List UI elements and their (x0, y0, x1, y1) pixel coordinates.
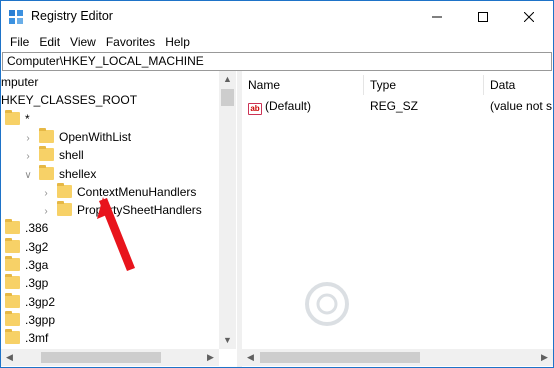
value-row[interactable]: ab (Default) REG_SZ (value not s (242, 97, 553, 116)
tree-item[interactable]: * (5, 109, 30, 129)
tree-item[interactable]: .386 (5, 219, 48, 238)
tree-item[interactable]: .3mf (5, 329, 48, 348)
tree-item[interactable]: › OpenWithList (23, 127, 132, 148)
tree-item[interactable]: mputer (1, 73, 38, 92)
window-title: Registry Editor (31, 9, 113, 23)
column-header-type[interactable]: Type (364, 75, 484, 95)
maximize-button[interactable] (460, 1, 506, 32)
tree-item-label: .3gp (25, 276, 49, 291)
value-name-cell: ab (Default) (248, 97, 311, 116)
tree-item-label: mputer (1, 75, 39, 89)
list-horizontal-scrollbar[interactable]: ◀ ▶ (242, 349, 553, 366)
menu-file[interactable]: File (5, 32, 34, 52)
scroll-up-icon[interactable]: ▲ (219, 71, 236, 88)
tree-item-label: shellex (59, 166, 97, 181)
chevron-right-icon[interactable]: › (23, 129, 33, 148)
menu-help[interactable]: Help (160, 32, 195, 52)
folder-icon (39, 164, 54, 180)
tree-item[interactable]: .3g2 (5, 237, 49, 257)
tree-vertical-scrollbar[interactable]: ▲ ▼ (219, 71, 236, 349)
value-type: REG_SZ (370, 99, 419, 113)
watermark-logo-icon (305, 282, 349, 326)
scroll-thumb[interactable] (260, 352, 420, 363)
folder-icon (5, 237, 20, 253)
folder-icon (39, 146, 54, 162)
tree-item-label: .3mf (25, 331, 49, 346)
menu-bar: File Edit View Favorites Help (1, 32, 553, 52)
tree-item-label: .3gp2 (25, 294, 56, 309)
close-icon (524, 11, 534, 22)
folder-icon (57, 201, 72, 217)
value-name: (Default) (265, 99, 312, 113)
tree-item-label: * (25, 111, 30, 126)
value-data: (value not s (490, 99, 553, 113)
scroll-left-icon[interactable]: ◀ (242, 349, 259, 366)
tree-item-label: HKEY_CLASSES_ROOT (1, 93, 138, 108)
column-header-name[interactable]: Name (242, 75, 364, 95)
tree-item[interactable]: ∨ shellex (23, 164, 97, 185)
folder-icon (5, 274, 20, 290)
folder-icon (5, 310, 20, 326)
folder-icon (5, 109, 20, 125)
tree-item[interactable]: .3gpp (5, 310, 56, 330)
scroll-down-icon[interactable]: ▼ (219, 332, 236, 349)
scroll-left-icon[interactable]: ◀ (1, 349, 18, 366)
registry-editor-icon (9, 10, 23, 24)
tree-item-label: .3ga (25, 258, 49, 272)
tree-item[interactable]: › shell (23, 146, 84, 165)
scroll-thumb[interactable] (221, 89, 234, 106)
folder-icon (5, 219, 20, 235)
chevron-right-icon[interactable]: › (23, 147, 33, 166)
chevron-right-icon[interactable]: › (41, 184, 51, 203)
folder-icon (5, 292, 20, 308)
folder-icon (5, 256, 20, 271)
tree-item-label: OpenWithList (59, 129, 132, 144)
address-bar[interactable]: Computer\HKEY_LOCAL_MACHINE (2, 52, 552, 71)
menu-favorites[interactable]: Favorites (101, 32, 160, 52)
string-value-icon: ab (248, 103, 262, 115)
folder-icon (5, 329, 20, 345)
tree-horizontal-scrollbar[interactable]: ◀ ▶ (1, 349, 219, 366)
title-bar[interactable]: Registry Editor (1, 1, 553, 32)
tree-item-label: .3g2 (25, 239, 49, 254)
minimize-button[interactable] (414, 1, 460, 32)
registry-editor-window: Registry Editor File Edit View Favorites… (0, 0, 554, 368)
menu-edit[interactable]: Edit (34, 32, 65, 52)
maximize-icon (478, 11, 488, 22)
scroll-right-icon[interactable]: ▶ (202, 349, 219, 366)
tree-item-label: .386 (25, 221, 49, 236)
red-arrow-icon (97, 197, 135, 271)
column-header-data[interactable]: Data (484, 75, 553, 95)
minimize-icon (432, 16, 442, 17)
chevron-down-icon[interactable]: ∨ (23, 166, 33, 185)
tree-item[interactable]: .3ga (5, 256, 48, 275)
tree-item-label: .3gpp (25, 312, 56, 327)
menu-view[interactable]: View (65, 32, 101, 52)
tree-item[interactable]: HKEY_CLASSES_ROOT (1, 91, 137, 110)
chevron-right-icon[interactable]: › (41, 202, 51, 221)
tree-item[interactable]: .3gp2 (5, 292, 56, 312)
scroll-thumb[interactable] (41, 352, 161, 363)
close-button[interactable] (506, 1, 552, 32)
tree-item[interactable]: .3gp (5, 274, 48, 293)
scroll-right-icon[interactable]: ▶ (536, 349, 553, 366)
folder-icon (39, 127, 54, 143)
folder-icon (57, 182, 72, 198)
tree-item-label: shell (59, 148, 84, 163)
